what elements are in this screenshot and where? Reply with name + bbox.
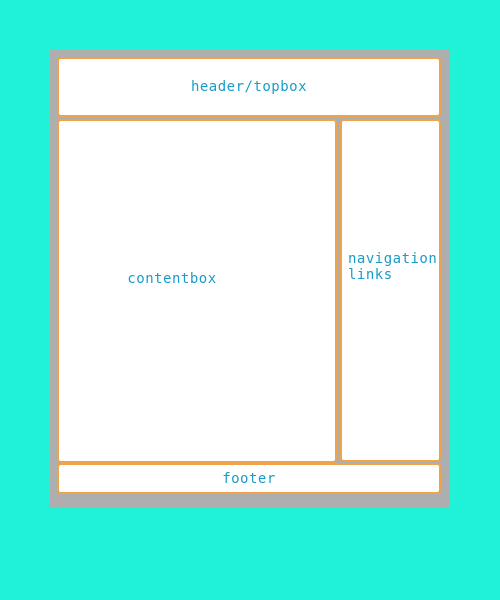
content-box: contentbox (57, 119, 337, 463)
layout-frame: header/topbox contentbox navigation link… (50, 50, 450, 507)
header-box: header/topbox (57, 57, 441, 117)
content-label: contentbox (127, 271, 217, 287)
header-label: header/topbox (190, 79, 308, 95)
navigation-label: navigation links (348, 251, 438, 283)
navigation-box: navigation links (340, 119, 441, 462)
footer-label: footer (222, 470, 276, 487)
footer-box: footer (57, 463, 441, 494)
